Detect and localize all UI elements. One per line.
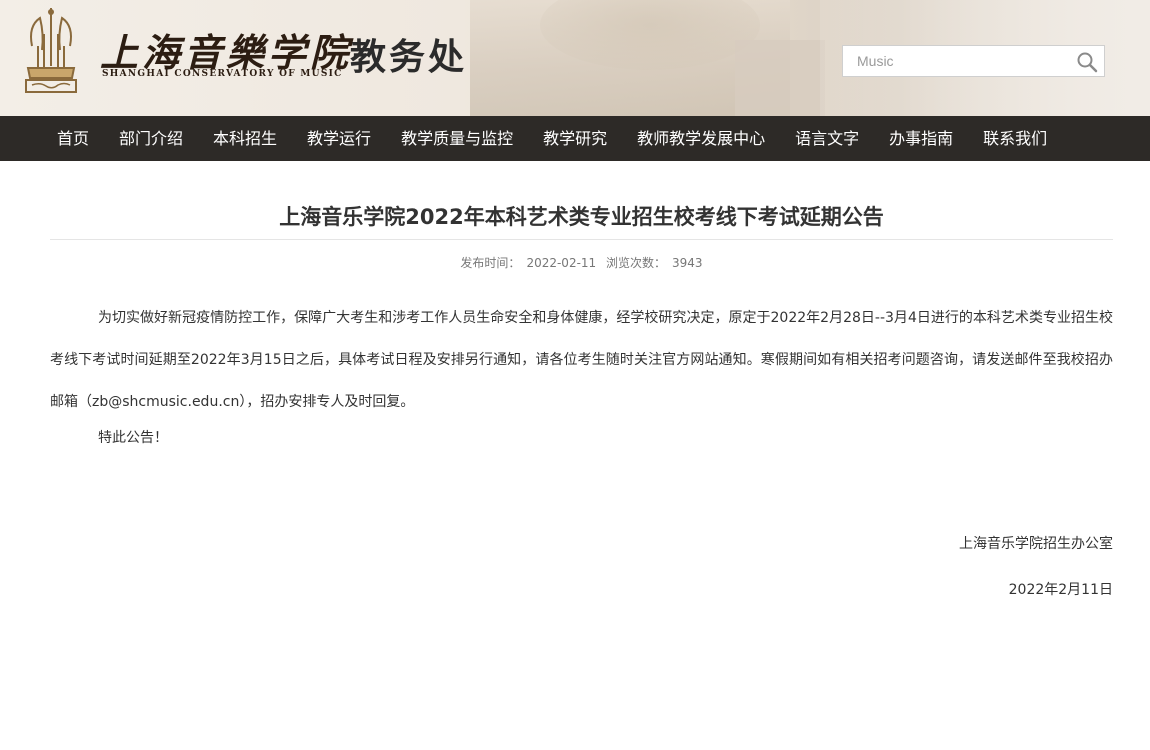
office-name: 教务处 (350, 37, 468, 78)
nav-item-quality-monitoring[interactable]: 教学质量与监控 (386, 116, 528, 161)
nav-item-admissions[interactable]: 本科招生 (198, 116, 292, 161)
publish-date: 2022-02-11 (526, 256, 597, 270)
nav-item-home[interactable]: 首页 (42, 116, 104, 161)
article-meta: 发布时间： 2022-02-11 浏览次数： 3943 (50, 254, 1113, 271)
article-title: 上海音乐学院2022年本科艺术类专业招生校考线下考试延期公告 (279, 205, 884, 229)
nav-item-guide[interactable]: 办事指南 (874, 116, 968, 161)
article-closing: 特此公告！ (98, 430, 168, 446)
nav-item-teaching-research[interactable]: 教学研究 (528, 116, 622, 161)
lyre-emblem-icon[interactable] (22, 6, 80, 96)
search-input[interactable] (843, 46, 1071, 76)
views-label: 浏览次数： (606, 256, 667, 270)
main-nav: 首页 部门介绍 本科招生 教学运行 教学质量与监控 教学研究 教师教学发展中心 … (0, 116, 1150, 161)
site-header: 上海音樂学院 SHANGHAI CONSERVATORY OF MUSIC 教务… (0, 0, 1150, 116)
publish-label: 发布时间： (460, 256, 521, 270)
nav-item-faculty-development[interactable]: 教师教学发展中心 (622, 116, 780, 161)
nav-item-contact[interactable]: 联系我们 (968, 116, 1062, 161)
nav-item-language[interactable]: 语言文字 (780, 116, 874, 161)
article-signature: 上海音乐学院招生办公室 (959, 536, 1113, 552)
views-count: 3943 (672, 256, 703, 270)
logo-english-name[interactable]: SHANGHAI CONSERVATORY OF MUSIC (102, 69, 343, 79)
search-icon[interactable] (1076, 51, 1098, 73)
search-box (842, 45, 1105, 77)
article-body: 为切实做好新冠疫情防控工作，保障广大考生和涉考工作人员生命安全和身体健康，经学校… (50, 310, 1113, 410)
article: 上海音乐学院2022年本科艺术类专业招生校考线下考试延期公告 发布时间： 2022… (0, 161, 1150, 750)
nav-item-teaching-operations[interactable]: 教学运行 (292, 116, 386, 161)
article-date: 2022年2月11日 (1008, 582, 1113, 598)
nav-item-departments[interactable]: 部门介绍 (104, 116, 198, 161)
header-background-building (735, 40, 825, 116)
title-divider (50, 239, 1113, 240)
